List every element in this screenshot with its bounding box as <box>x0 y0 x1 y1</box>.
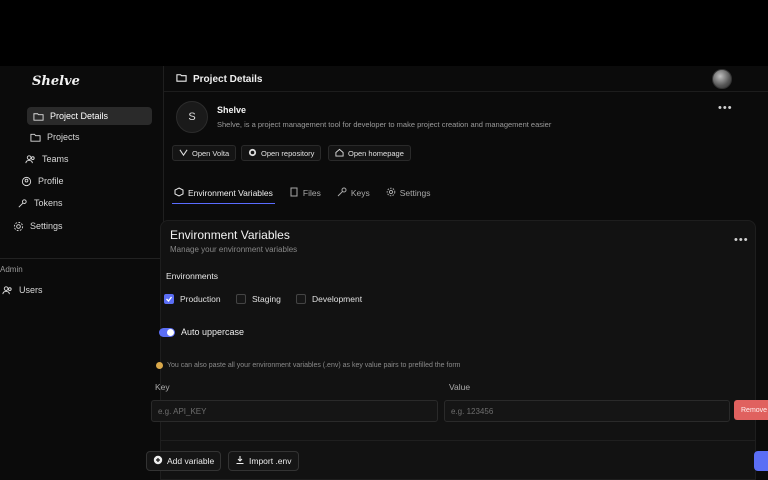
env-checkbox-production[interactable]: Production <box>164 294 221 304</box>
home-icon <box>335 148 344 159</box>
users-icon <box>25 154 36 165</box>
button-label: Open homepage <box>348 148 404 158</box>
plus-circle-icon <box>153 455 163 467</box>
admin-section-label: Admin <box>0 265 23 274</box>
import-env-button[interactable]: Import .env <box>228 451 299 471</box>
open-repository-button[interactable]: Open repository <box>241 145 322 161</box>
button-label: Add variable <box>167 456 215 466</box>
folder-open-icon <box>33 111 44 122</box>
user-circle-icon <box>21 176 32 187</box>
paste-hint: You can also paste all your environment … <box>156 362 461 369</box>
hint-text: You can also paste all your environment … <box>167 362 461 369</box>
sidebar-item-tokens[interactable]: Tokens <box>17 194 63 212</box>
project-avatar: S <box>176 101 208 133</box>
folder-open-icon <box>176 72 187 86</box>
tab-environment-variables[interactable]: Environment Variables <box>172 182 275 204</box>
open-homepage-button[interactable]: Open homepage <box>328 145 411 161</box>
github-icon <box>248 148 257 159</box>
button-label: Import .env <box>249 456 292 466</box>
checkbox-label: Production <box>180 294 221 304</box>
project-more-icon[interactable]: ••• <box>718 102 733 114</box>
sidebar: Shelve <box>0 66 164 480</box>
tab-label: Settings <box>399 188 431 198</box>
tab-files[interactable]: Files <box>287 182 323 204</box>
sidebar-item-projects[interactable]: Projects <box>30 128 80 146</box>
tab-keys[interactable]: Keys <box>335 182 372 204</box>
page-title-text: Project Details <box>193 73 263 85</box>
project-tabs: Environment Variables Files Keys Setting… <box>172 182 432 204</box>
environments-label: Environments <box>166 271 218 281</box>
project-name: Shelve <box>217 105 247 115</box>
env-checkbox-development[interactable]: Development <box>296 294 362 304</box>
tab-settings[interactable]: Settings <box>384 182 433 204</box>
card-title: Environment Variables <box>170 228 290 242</box>
sidebar-divider <box>0 258 164 259</box>
card-more-icon[interactable]: ••• <box>734 234 749 246</box>
sidebar-item-label: Settings <box>30 221 63 231</box>
remove-variable-button[interactable]: Remove <box>734 400 768 420</box>
submit-button[interactable] <box>754 451 768 471</box>
card-footer-divider <box>160 440 756 441</box>
sidebar-item-label: Project Details <box>50 111 109 121</box>
sidebar-item-project-details[interactable]: Project Details <box>27 107 152 125</box>
project-description: Shelve, is a project management tool for… <box>217 120 552 129</box>
toggle-label: Auto uppercase <box>181 327 245 337</box>
open-volta-button[interactable]: Open Volta <box>172 145 237 161</box>
card-subtitle: Manage your environment variables <box>170 245 298 254</box>
page-title: Project Details <box>176 72 262 86</box>
checkbox-label: Development <box>312 294 363 304</box>
sidebar-item-label: Teams <box>42 154 69 164</box>
sidebar-item-label: Users <box>19 285 43 295</box>
tab-label: Files <box>302 188 321 198</box>
sidebar-item-settings[interactable]: Settings <box>13 217 63 235</box>
sidebar-item-profile[interactable]: Profile <box>21 172 64 190</box>
top-header: Project Details <box>164 66 768 92</box>
env-checkbox-staging[interactable]: Staging <box>236 294 281 304</box>
sidebar-item-label: Tokens <box>34 198 63 208</box>
gear-icon <box>386 187 396 199</box>
key-input[interactable] <box>151 400 438 422</box>
key-icon <box>17 198 28 209</box>
volta-icon <box>179 148 188 159</box>
files-icon <box>289 187 299 199</box>
key-icon <box>337 187 347 199</box>
auto-uppercase-toggle[interactable] <box>159 327 175 337</box>
checkbox-label: Staging <box>252 294 281 304</box>
lightbulb-icon <box>156 362 163 369</box>
box-icon <box>174 186 184 199</box>
checkbox-unchecked-icon[interactable] <box>296 294 306 304</box>
env-variables-card <box>160 220 756 480</box>
user-avatar[interactable] <box>712 69 732 89</box>
download-icon <box>235 455 245 467</box>
sidebar-item-label: Profile <box>38 176 64 186</box>
folder-icon <box>30 132 41 143</box>
key-column-header: Key <box>155 382 170 392</box>
button-label: Open repository <box>261 148 315 158</box>
value-column-header: Value <box>449 382 471 392</box>
button-label: Open Volta <box>192 148 230 158</box>
sidebar-item-teams[interactable]: Teams <box>25 150 69 168</box>
checkbox-unchecked-icon[interactable] <box>236 294 246 304</box>
gear-icon <box>13 221 24 232</box>
users-icon <box>2 285 13 296</box>
add-variable-button[interactable]: Add variable <box>146 451 222 471</box>
value-input[interactable] <box>444 400 730 422</box>
auto-uppercase-toggle-row[interactable]: Auto uppercase <box>159 327 244 337</box>
tab-label: Environment Variables <box>188 187 273 198</box>
checkbox-checked-icon[interactable] <box>164 294 174 304</box>
sidebar-item-label: Projects <box>47 132 80 142</box>
sidebar-item-users[interactable]: Users <box>2 281 43 299</box>
tab-label: Keys <box>350 188 370 198</box>
app-logo[interactable]: Shelve <box>32 74 80 89</box>
